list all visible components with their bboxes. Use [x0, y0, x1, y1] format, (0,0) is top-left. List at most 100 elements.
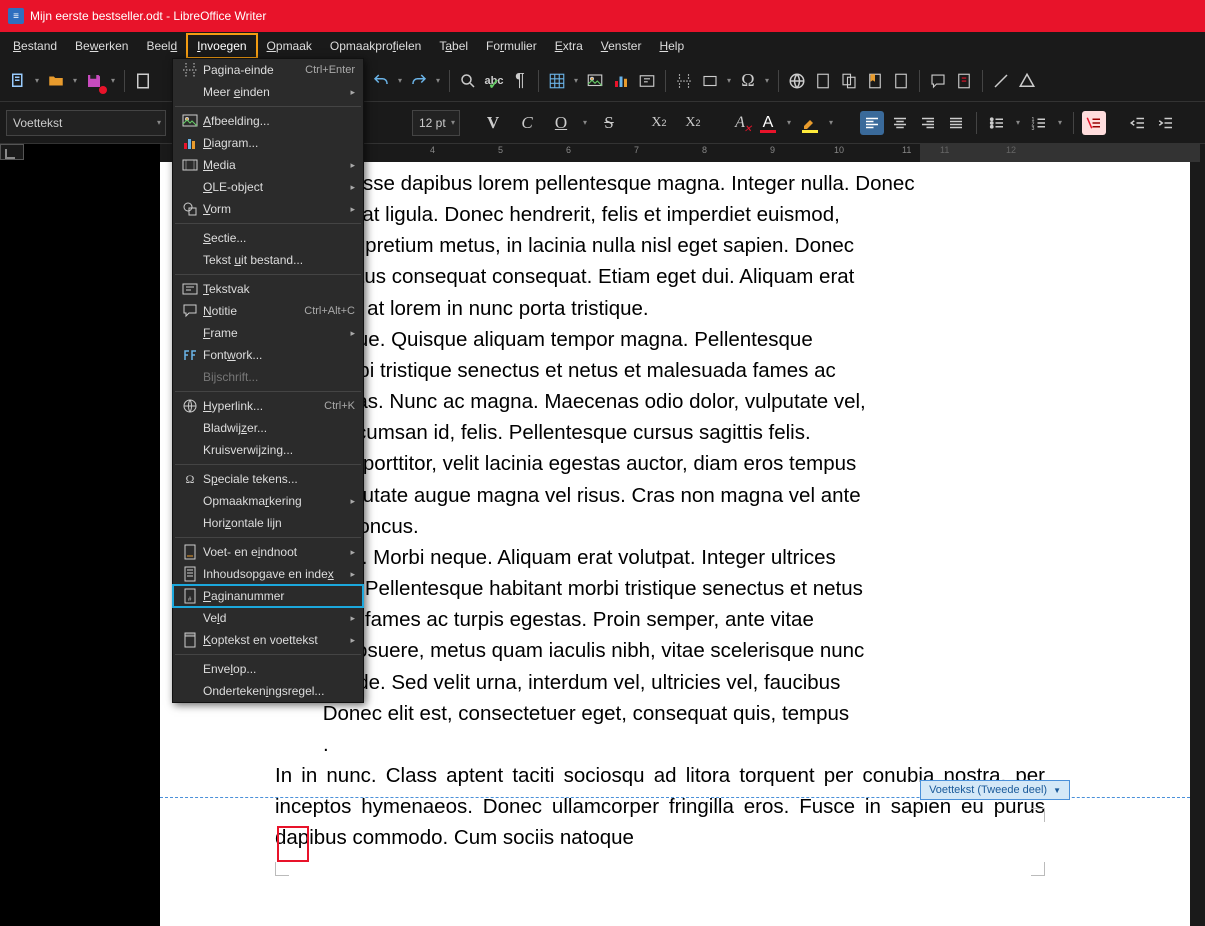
- bullet-list-icon[interactable]: [985, 111, 1009, 135]
- menu-chart[interactable]: Diagram...: [173, 132, 363, 154]
- track-changes-icon[interactable]: [952, 69, 976, 93]
- app-icon: ≡: [8, 8, 24, 24]
- ruler-corner: [0, 144, 24, 160]
- menu-tabel[interactable]: Tabel: [430, 35, 477, 57]
- menu-field[interactable]: Veld▸: [173, 607, 363, 629]
- menu-more-breaks[interactable]: Meer einden▸: [173, 81, 363, 103]
- menu-textbox[interactable]: Tekstvak: [173, 278, 363, 300]
- menu-bewerken[interactable]: Bewerken: [66, 35, 137, 57]
- endnote-icon[interactable]: [837, 69, 861, 93]
- menu-bestand[interactable]: Bestand: [4, 35, 66, 57]
- numbered-list-icon[interactable]: 123: [1027, 111, 1051, 135]
- basic-shapes-icon[interactable]: [1015, 69, 1039, 93]
- decrease-indent-icon[interactable]: [1126, 111, 1150, 135]
- menu-signature-line[interactable]: Ondertekeningsregel...: [173, 680, 363, 702]
- underline-button[interactable]: O: [546, 108, 576, 138]
- new-doc-icon[interactable]: [6, 69, 30, 93]
- menu-page-number[interactable]: #Paginanummer: [173, 585, 363, 607]
- menu-bookmark[interactable]: Bladwijzer...: [173, 417, 363, 439]
- chart-icon: [177, 135, 203, 151]
- footer-cursor-highlight: [277, 826, 309, 862]
- spellcheck-icon[interactable]: abc✓: [482, 69, 506, 93]
- menu-beeld[interactable]: Beeld: [137, 35, 186, 57]
- highlight-color-icon[interactable]: [798, 111, 822, 135]
- footnote-icon[interactable]: [811, 69, 835, 93]
- open-icon[interactable]: [44, 69, 68, 93]
- redo-icon[interactable]: [407, 69, 431, 93]
- media-icon: [177, 157, 203, 173]
- menu-shape[interactable]: Vorm▸: [173, 198, 363, 220]
- italic-button[interactable]: C: [512, 108, 542, 138]
- document-body-text[interactable]: sse dapibus lorem pellentesque magna. In…: [275, 168, 1045, 853]
- new-doc-dropdown[interactable]: ▾: [32, 69, 42, 93]
- menu-text-from-file[interactable]: Tekst uit bestand...: [173, 249, 363, 271]
- table-icon[interactable]: [545, 69, 569, 93]
- menubar: Bestand Bewerken Beeld Invoegen Opmaak O…: [0, 32, 1205, 60]
- menu-header-footer[interactable]: Koptekst en voettekst▸: [173, 629, 363, 651]
- menu-footnote-endnote[interactable]: Voet- en eindnoot▸: [173, 541, 363, 563]
- menu-opmaakprofielen[interactable]: Opmaakprofielen: [321, 35, 430, 57]
- crossref-icon[interactable]: [889, 69, 913, 93]
- find-icon[interactable]: [456, 69, 480, 93]
- align-justify-icon[interactable]: [944, 111, 968, 135]
- page-break-icon[interactable]: [672, 69, 696, 93]
- font-size-combo[interactable]: 12 pt▾: [412, 110, 460, 136]
- textbox-icon: [177, 281, 203, 297]
- special-char-icon[interactable]: Ω: [736, 69, 760, 93]
- pagenum-icon: #: [177, 588, 203, 604]
- formatting-marks-icon[interactable]: ¶: [508, 69, 532, 93]
- paragraph-style-combo[interactable]: Voettekst▾: [6, 110, 166, 136]
- align-left-icon[interactable]: [860, 111, 884, 135]
- menu-venster[interactable]: Venster: [592, 35, 651, 57]
- line-icon[interactable]: [989, 69, 1013, 93]
- undo-icon[interactable]: [369, 69, 393, 93]
- comment-icon[interactable]: [926, 69, 950, 93]
- footer-corner-marks: [275, 808, 1045, 888]
- menu-hyperlink[interactable]: Hyperlink...Ctrl+K: [173, 395, 363, 417]
- menu-section[interactable]: Sectie...: [173, 227, 363, 249]
- hyperlink-icon[interactable]: [785, 69, 809, 93]
- menu-envelope[interactable]: Envelop...: [173, 658, 363, 680]
- menu-invoegen[interactable]: Invoegen: [186, 33, 257, 59]
- menu-ole-object[interactable]: OLE-object▸: [173, 176, 363, 198]
- menu-comment[interactable]: NotitieCtrl+Alt+C: [173, 300, 363, 322]
- menu-opmaak[interactable]: Opmaak: [258, 35, 321, 57]
- hyperlink-icon: [177, 398, 203, 414]
- chart-icon[interactable]: [609, 69, 633, 93]
- increase-indent-icon[interactable]: [1154, 111, 1178, 135]
- open-dropdown[interactable]: ▾: [70, 69, 80, 93]
- save-dropdown[interactable]: ▾: [108, 69, 118, 93]
- menu-fontwork[interactable]: Fontwork...: [173, 344, 363, 366]
- header-icon: [177, 632, 203, 648]
- window-title: Mijn eerste bestseller.odt - LibreOffice…: [30, 9, 266, 23]
- strikethrough-button[interactable]: S: [594, 108, 624, 138]
- menu-help[interactable]: Help: [650, 35, 693, 57]
- menu-toc-index[interactable]: Inhoudsopgave en index▸: [173, 563, 363, 585]
- menu-image[interactable]: Afbeelding...: [173, 110, 363, 132]
- align-center-icon[interactable]: [888, 111, 912, 135]
- image-icon[interactable]: [583, 69, 607, 93]
- menu-special-char[interactable]: ΩSpeciale tekens...: [173, 468, 363, 490]
- subscript-button[interactable]: X2: [678, 108, 708, 138]
- menu-caption: Bijschrift...: [173, 366, 363, 388]
- bold-button[interactable]: V: [478, 108, 508, 138]
- menu-frame[interactable]: Frame▸: [173, 322, 363, 344]
- menu-extra[interactable]: Extra: [546, 35, 592, 57]
- no-list-icon[interactable]: [1082, 111, 1106, 135]
- superscript-button[interactable]: X2: [644, 108, 674, 138]
- menu-horizontal-line[interactable]: Horizontale lijn: [173, 512, 363, 534]
- clear-formatting-icon[interactable]: A✕: [728, 111, 752, 135]
- textbox-icon[interactable]: [635, 69, 659, 93]
- menu-media[interactable]: Media▸: [173, 154, 363, 176]
- footer-tab-button[interactable]: Voettekst (Tweede deel)▼: [920, 780, 1070, 800]
- save-icon[interactable]: [82, 69, 106, 93]
- menu-formulier[interactable]: Formulier: [477, 35, 546, 57]
- export-pdf-icon[interactable]: [131, 69, 155, 93]
- font-color-icon[interactable]: A: [756, 111, 780, 135]
- bookmark-icon[interactable]: [863, 69, 887, 93]
- align-right-icon[interactable]: [916, 111, 940, 135]
- field-icon[interactable]: [698, 69, 722, 93]
- menu-crossref[interactable]: Kruisverwijzing...: [173, 439, 363, 461]
- menu-page-break[interactable]: Pagina-eindeCtrl+Enter: [173, 59, 363, 81]
- menu-formatting-mark[interactable]: Opmaakmarkering▸: [173, 490, 363, 512]
